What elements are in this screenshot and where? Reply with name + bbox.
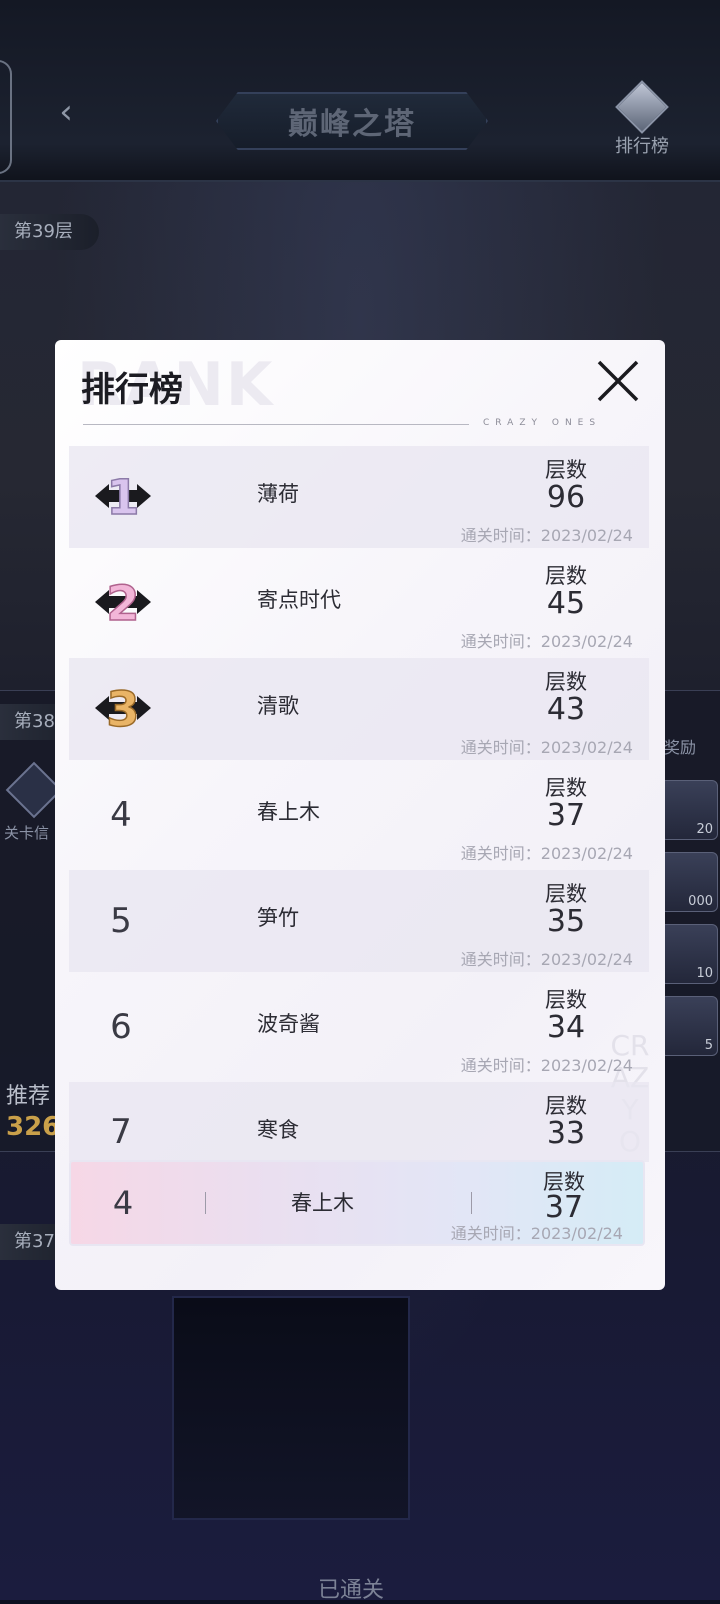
reward-count: 5 bbox=[704, 1038, 713, 1053]
clear-time: 通关时间：2023/02/24 bbox=[460, 632, 633, 651]
page-title: 巅峰之塔 bbox=[288, 107, 416, 142]
stage-info-label: 关卡信 bbox=[4, 824, 50, 842]
floors-value: 33 bbox=[546, 1116, 586, 1151]
ranking-crystal-icon bbox=[615, 80, 669, 134]
floors-value: 35 bbox=[546, 904, 586, 939]
reward-count: 000 bbox=[688, 894, 713, 909]
player-name: 笋竹 bbox=[257, 906, 299, 930]
reward-item-3[interactable]: 10 bbox=[660, 924, 718, 984]
reward-count: 10 bbox=[696, 966, 713, 981]
svg-text:3: 3 bbox=[106, 682, 139, 738]
clear-time: 通关时间：2023/02/24 bbox=[460, 844, 633, 863]
ranking-row: 2 寄点时代 层数 45 通关时间：2023/02/24 bbox=[69, 552, 649, 654]
ranking-entry-button[interactable]: 排行榜 bbox=[604, 80, 680, 157]
player-name: 春上木 bbox=[257, 800, 320, 824]
ranking-list[interactable]: 1 薄荷 层数 96 通关时间：2023/02/24 2 寄点时代 层数 45 … bbox=[69, 446, 649, 1166]
floors-value: 37 bbox=[546, 798, 586, 833]
passed-label: 已通关 bbox=[318, 1578, 385, 1603]
close-icon[interactable] bbox=[595, 358, 641, 404]
ranking-row: 3 清歌 层数 43 通关时间：2023/02/24 bbox=[69, 658, 649, 760]
svg-text:1: 1 bbox=[106, 470, 139, 526]
floor-tag-39: 第39层 bbox=[0, 214, 99, 250]
ranking-row: 6 波奇酱 层数 34 通关时间：2023/02/24 bbox=[69, 976, 649, 1078]
ranking-entry-label: 排行榜 bbox=[615, 136, 669, 157]
rank-number: 5 bbox=[110, 901, 132, 941]
rank-number: 4 bbox=[110, 795, 132, 835]
ranking-row: 5 笋竹 层数 35 通关时间：2023/02/24 bbox=[69, 870, 649, 972]
separator bbox=[471, 1192, 472, 1214]
player-name: 薄荷 bbox=[257, 482, 299, 506]
ranking-row: 7 寒食 层数 33 bbox=[69, 1082, 649, 1162]
floors-value: 45 bbox=[546, 586, 586, 621]
player-name: 寄点时代 bbox=[257, 588, 341, 612]
tower-door bbox=[172, 1296, 410, 1520]
recommend-label: 推荐 bbox=[6, 1084, 51, 1109]
clear-time: 通关时间：2023/02/24 bbox=[460, 950, 633, 969]
floors-value: 96 bbox=[546, 480, 586, 515]
clear-time: 通关时间：2023/02/24 bbox=[460, 1056, 633, 1075]
reward-item-2[interactable]: 000 bbox=[660, 852, 718, 912]
title-subtitle: CRAZY ONES bbox=[483, 418, 602, 428]
ranking-row: 1 薄荷 层数 96 通关时间：2023/02/24 bbox=[69, 446, 649, 548]
separator bbox=[205, 1192, 206, 1214]
player-name: 波奇酱 bbox=[257, 1012, 320, 1036]
ranking-modal: RANK CRAZY O 排行榜 CRAZY ONES 1 薄荷 层数 96 通… bbox=[55, 340, 665, 1290]
player-name: 清歌 bbox=[257, 694, 299, 718]
left-rail-decor bbox=[0, 60, 12, 174]
reward-label: 奖励 bbox=[664, 738, 697, 757]
recommend-power: 推荐 326 bbox=[6, 1082, 60, 1142]
rank-number: 6 bbox=[110, 1007, 132, 1047]
floors-value: 43 bbox=[546, 692, 586, 727]
back-icon[interactable]: ‹ bbox=[46, 92, 86, 132]
floors-value: 34 bbox=[546, 1010, 586, 1045]
my-rank-number: 4 bbox=[112, 1184, 134, 1222]
svg-text:2: 2 bbox=[106, 576, 139, 632]
clear-time: 通关时间：2023/02/24 bbox=[460, 738, 633, 757]
recommend-value: 326 bbox=[6, 1112, 61, 1142]
my-ranking-row: 4 春上木 层数 37 通关时间：2023/02/24 bbox=[69, 1160, 645, 1246]
rank-1-medal-icon: 1 bbox=[95, 469, 151, 526]
rank-3-medal-icon: 3 bbox=[95, 681, 151, 738]
my-clear-time: 通关时间：2023/02/24 bbox=[450, 1224, 623, 1243]
page-title-plate: 巅峰之塔 bbox=[216, 92, 488, 150]
reward-item-4[interactable]: 5 bbox=[660, 996, 718, 1056]
top-bar: ‹ 巅峰之塔 排行榜 bbox=[0, 0, 720, 182]
reward-item-1[interactable]: 20 bbox=[660, 780, 718, 840]
my-player-name: 春上木 bbox=[291, 1191, 354, 1215]
ranking-row: 4 春上木 层数 37 通关时间：2023/02/24 bbox=[69, 764, 649, 866]
rank-2-medal-icon: 2 bbox=[95, 575, 151, 632]
title-divider bbox=[83, 424, 469, 425]
reward-count: 20 bbox=[696, 822, 713, 837]
clear-time: 通关时间：2023/02/24 bbox=[460, 526, 633, 545]
modal-title: 排行榜 bbox=[81, 370, 183, 410]
